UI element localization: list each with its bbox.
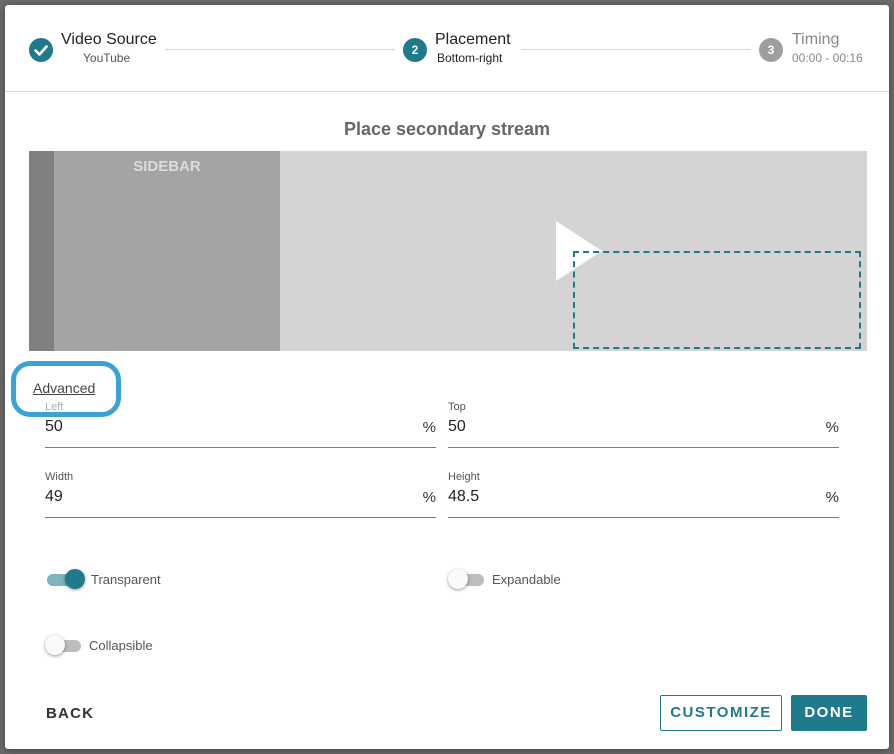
top-input[interactable]	[448, 418, 808, 436]
height-input[interactable]	[448, 488, 808, 506]
left-input[interactable]	[45, 418, 405, 436]
preview-sidebar: SIDEBAR	[54, 151, 280, 351]
toggle-thumb	[45, 635, 65, 655]
back-button[interactable]: BACK	[46, 705, 94, 722]
height-field[interactable]: Height %	[448, 471, 839, 518]
top-field[interactable]: Top %	[448, 401, 839, 448]
step-timing[interactable]: 3 Timing 00:00 - 00:16	[759, 5, 879, 91]
left-field[interactable]: Left %	[45, 401, 436, 448]
step-video-source[interactable]: Video Source YouTube	[5, 5, 165, 91]
unit-label: %	[825, 489, 839, 506]
step-connector	[165, 49, 395, 50]
unit-label: %	[422, 489, 436, 506]
step-placement[interactable]: 2 Placement Bottom-right	[403, 5, 519, 91]
sidebar-label: SIDEBAR	[133, 158, 201, 175]
step-connector	[521, 49, 751, 50]
toggle-label: Expandable	[492, 572, 561, 587]
field-label: Height	[448, 471, 480, 483]
step-title: Video Source	[61, 31, 157, 48]
unit-label: %	[422, 419, 436, 436]
unit-label: %	[825, 419, 839, 436]
check-icon	[29, 38, 53, 62]
toggle-label: Transparent	[91, 572, 161, 587]
toggle-thumb	[448, 569, 468, 589]
placement-dialog: Video Source YouTube 2 Placement Bottom-…	[5, 5, 889, 749]
step-subtitle: Bottom-right	[437, 51, 503, 65]
step-number: 2	[403, 38, 427, 62]
width-field[interactable]: Width %	[45, 471, 436, 518]
step-subtitle: YouTube	[83, 51, 131, 65]
step-title: Timing	[792, 31, 840, 48]
done-button[interactable]: DONE	[791, 695, 867, 731]
advanced-link[interactable]: Advanced	[33, 380, 95, 396]
customize-button[interactable]: CUSTOMIZE	[660, 695, 782, 731]
toggle-thumb	[65, 569, 85, 589]
step-title: Placement	[435, 31, 511, 48]
field-label: Width	[45, 471, 74, 483]
field-label: Left	[45, 401, 64, 413]
step-subtitle: 00:00 - 00:16	[792, 51, 863, 65]
width-input[interactable]	[45, 488, 405, 506]
field-label: Top	[448, 401, 466, 413]
layout-preview: SIDEBAR	[29, 151, 867, 351]
toggle-label: Collapsible	[89, 638, 153, 653]
preview-edge	[29, 151, 54, 351]
section-title: Place secondary stream	[343, 119, 551, 139]
placement-target[interactable]	[573, 251, 861, 349]
stepper: Video Source YouTube 2 Placement Bottom-…	[5, 5, 889, 92]
step-number: 3	[759, 38, 783, 62]
